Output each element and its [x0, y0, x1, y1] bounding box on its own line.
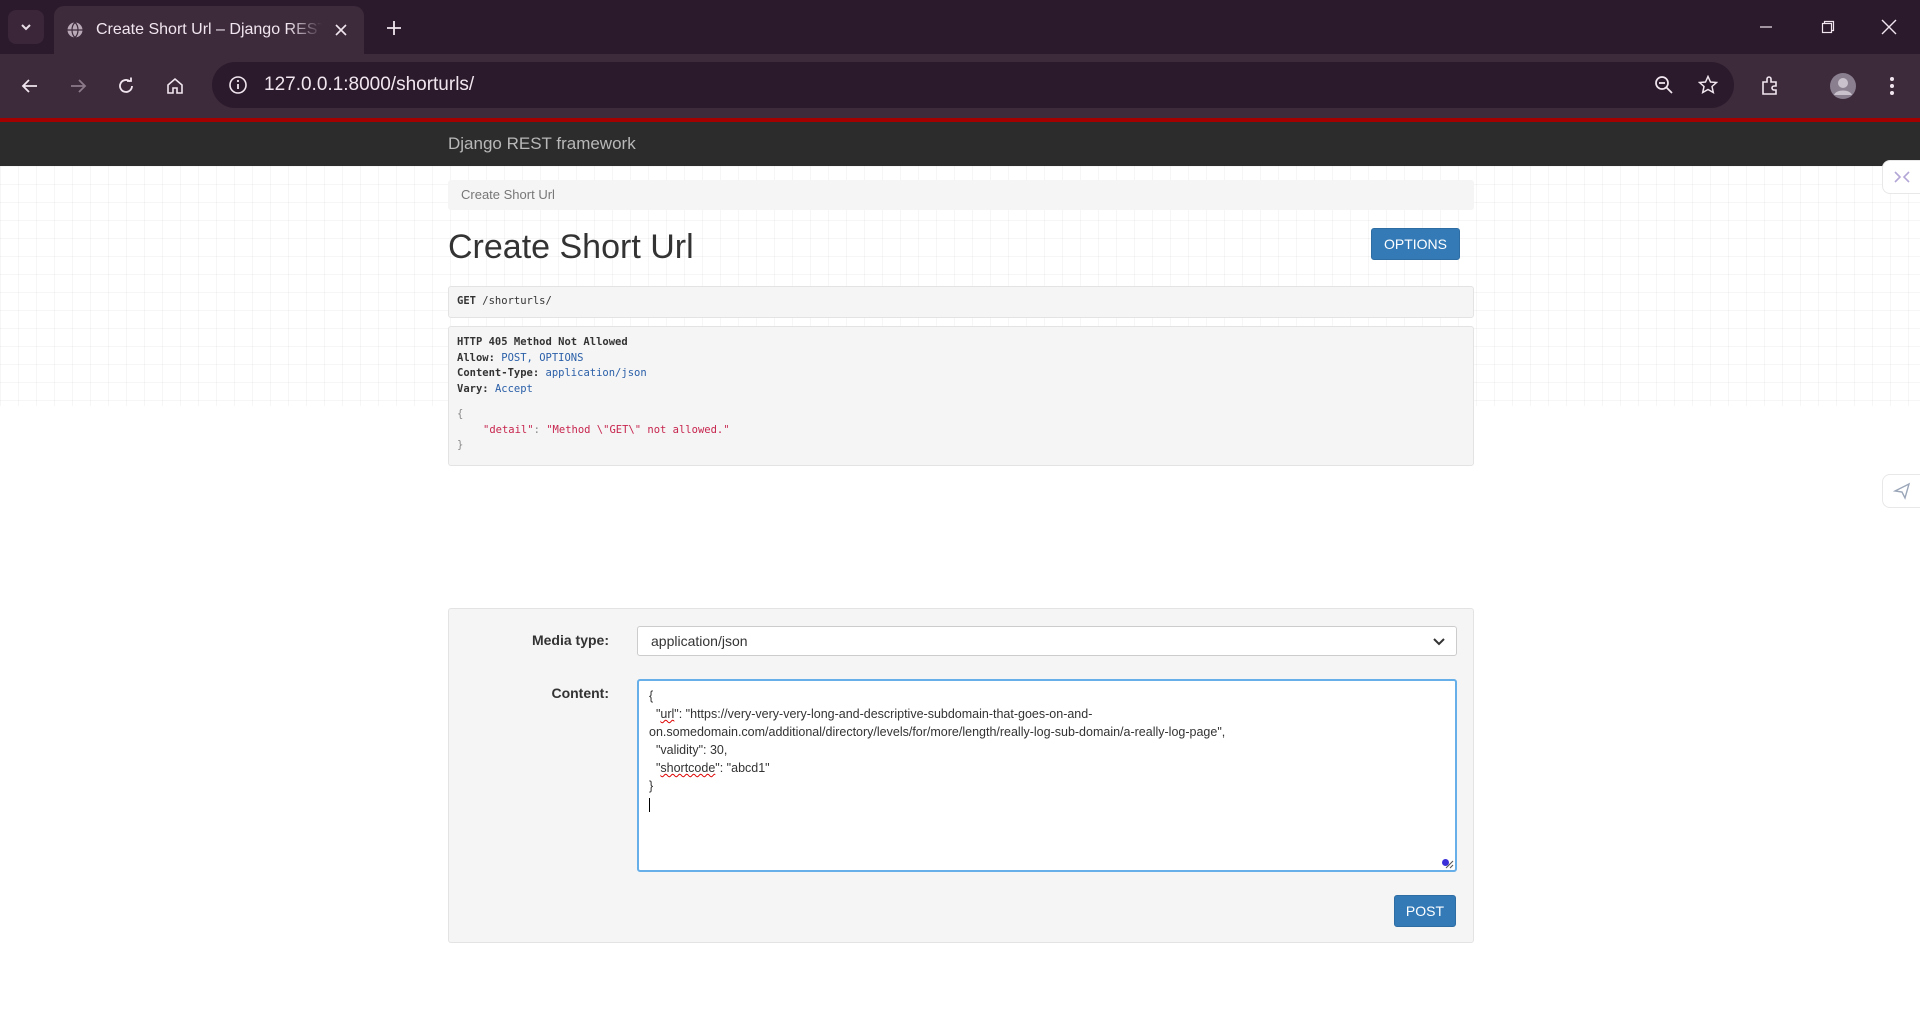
content-line: "url": "https://very-very-very-long-and-… [649, 707, 1093, 721]
media-type-value: application/json [651, 633, 748, 649]
json-brace: } [457, 439, 464, 451]
header-value: Accept [494, 382, 533, 395]
text-caret [649, 795, 1445, 813]
request-method: GET [457, 295, 476, 307]
tab-search-button[interactable] [8, 10, 44, 44]
browser-toolbar: 127.0.0.1:8000/shorturls/ [0, 54, 1920, 118]
reload-icon [119, 77, 133, 93]
breadcrumb-item[interactable]: Create Short Url [461, 187, 555, 202]
tab-strip: Create Short Url – Django REST framework [0, 0, 1920, 54]
chevron-down-icon [21, 24, 31, 31]
menu-dots-icon[interactable] [1874, 68, 1910, 104]
chevron-down-icon [1433, 638, 1445, 646]
close-tab-icon[interactable] [330, 19, 352, 41]
restore-icon [1821, 20, 1835, 34]
main-container: Create Short Url Create Short Url OPTION… [448, 180, 1474, 466]
json-key: "detail" [483, 423, 534, 436]
json-brace: { [457, 408, 464, 420]
response-info: HTTP 405 Method Not Allowed Allow: POST,… [448, 326, 1474, 466]
arrow-right-icon [71, 79, 87, 93]
header-key: Content-Type: [457, 367, 540, 379]
reload-button[interactable] [108, 68, 144, 104]
drf-navbar: Django REST framework [0, 118, 1920, 166]
tab-title: Create Short Url – Django REST framework [96, 21, 322, 38]
home-button[interactable] [157, 68, 193, 104]
request-path: /shorturls/ [475, 295, 552, 307]
raw-data-form: Media type: application/json Content: { … [448, 608, 1474, 943]
zoom-icon[interactable] [1646, 67, 1682, 103]
content-value: ": "abcd1" [715, 761, 770, 775]
content-label: Content: [551, 685, 609, 701]
back-button[interactable] [12, 68, 48, 104]
content-line: on.somedomain.com/additional/directory/l… [649, 725, 1226, 739]
content-line: "validity": 30, [649, 743, 728, 757]
url-text[interactable]: 127.0.0.1:8000/shorturls/ [264, 74, 1646, 96]
active-tab[interactable]: Create Short Url – Django REST framework [54, 6, 364, 54]
content-textarea[interactable]: { "url": "https://very-very-very-long-an… [637, 679, 1457, 872]
extensions-icon[interactable] [1752, 68, 1788, 104]
bookmark-star-icon[interactable] [1690, 67, 1726, 103]
restore-button[interactable] [1797, 0, 1859, 54]
close-icon [1881, 19, 1897, 35]
send-icon[interactable] [1882, 474, 1920, 508]
globe-icon [66, 21, 84, 39]
json-value: "Method \"GET\" not allowed." [546, 423, 730, 436]
home-icon [167, 77, 183, 94]
address-bar[interactable]: 127.0.0.1:8000/shorturls/ [212, 62, 1734, 108]
options-button[interactable]: OPTIONS [1370, 228, 1460, 260]
content-line: "shortcode": "abcd1" [649, 761, 770, 775]
title-row: Create Short Url OPTIONS [448, 210, 1474, 282]
minimize-button[interactable] [1735, 0, 1797, 54]
page-title: Create Short Url [448, 228, 694, 266]
header-key: Allow: [457, 351, 495, 364]
media-type-select[interactable]: application/json [637, 626, 1457, 656]
request-info: GET /shorturls/ [448, 286, 1474, 318]
resize-grip-icon[interactable] [1444, 859, 1454, 869]
content-value: ": "https://very-very-very-long-and-desc… [674, 707, 1093, 721]
breadcrumb: Create Short Url [448, 180, 1474, 210]
header-key: Vary: [457, 382, 489, 395]
side-panel-icon[interactable] [1882, 160, 1920, 194]
profile-avatar[interactable] [1825, 68, 1861, 104]
page-viewport: Django REST framework Create Short Url C… [0, 118, 1920, 1020]
header-value: application/json [545, 367, 647, 379]
content-key: url [660, 707, 675, 721]
response-status: HTTP 405 Method Not Allowed [457, 336, 628, 348]
plus-icon [387, 21, 401, 35]
forward-button[interactable] [60, 68, 96, 104]
content-key: shortcode [660, 761, 716, 775]
drf-brand-link[interactable]: Django REST framework [448, 134, 636, 154]
media-type-label: Media type: [531, 632, 609, 648]
info-icon[interactable] [220, 67, 256, 103]
new-tab-button[interactable] [378, 12, 410, 44]
close-window-button[interactable] [1858, 0, 1920, 54]
content-line: } [649, 779, 654, 793]
header-value: POST, OPTIONS [501, 351, 584, 364]
post-button[interactable]: POST [1393, 895, 1456, 927]
minimize-icon [1760, 26, 1772, 28]
content-line: { [649, 689, 654, 703]
arrow-left-icon [21, 79, 37, 93]
